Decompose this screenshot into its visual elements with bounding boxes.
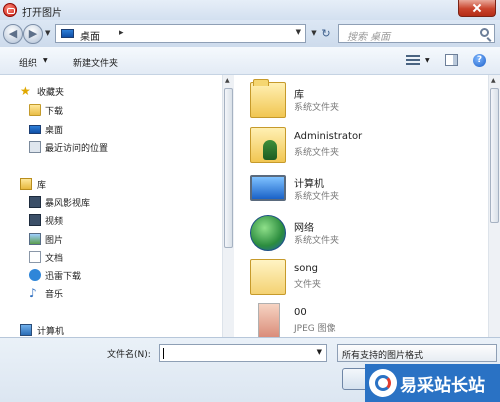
documents-icon (29, 251, 41, 263)
file-item-song[interactable]: song 文件夹 (248, 257, 478, 301)
address-field[interactable]: 桌面 ▸ ▼ (55, 24, 306, 43)
folder-icon (29, 104, 41, 116)
address-location[interactable]: 桌面 (80, 28, 100, 43)
search-input[interactable]: 搜索 桌面 (338, 24, 495, 43)
scroll-up-icon[interactable]: ▲ (491, 77, 496, 84)
file-item-computer[interactable]: 计算机 系统文件夹 (248, 169, 478, 213)
file-item-00[interactable]: 00 JPEG 图像 (248, 301, 478, 337)
nav-item-computer[interactable]: 计算机 (0, 322, 222, 337)
desktop-icon (29, 125, 41, 134)
new-folder-button[interactable]: 新建文件夹 (73, 56, 118, 69)
nav-item-recent-places[interactable]: 最近访问的位置 (0, 139, 222, 155)
close-button[interactable] (458, 0, 496, 17)
title-bar: 打开图片 (0, 0, 500, 20)
nav-item-music[interactable]: ♪ 音乐 (0, 285, 222, 301)
view-options-icon[interactable] (406, 55, 420, 66)
navigation-scrollbar[interactable]: ▲ (222, 75, 234, 337)
computer-icon (250, 175, 286, 201)
text-caret (163, 348, 164, 359)
address-bar: ◀ ▶ ▼ 桌面 ▸ ▼ ▼ ↻ 搜索 桌面 (0, 20, 500, 47)
folder-icon (250, 259, 286, 295)
nav-item-pictures[interactable]: 图片 (0, 231, 222, 247)
back-button[interactable]: ◀ (3, 24, 23, 44)
refresh-icon[interactable]: ↻ (318, 24, 334, 43)
file-list: 库 系统文件夹 Administrator 系统文件夹 计算机 系统文件夹 网络… (234, 75, 488, 337)
preview-pane-icon[interactable] (445, 54, 458, 66)
filename-label: 文件名(N): (107, 350, 151, 360)
file-type-value[interactable]: 所有支持的图片格式 (342, 348, 423, 361)
organize-button[interactable]: 组织 (19, 56, 37, 69)
nav-item-baofeng-library[interactable]: 暴风影视库 (0, 194, 222, 210)
file-list-scroll-thumb[interactable] (490, 88, 499, 223)
watermark-text: 易采站长站 (400, 376, 485, 396)
desktop-icon (61, 29, 74, 38)
search-placeholder: 搜索 桌面 (347, 32, 391, 43)
app-icon (3, 3, 17, 17)
video-icon (29, 214, 41, 226)
window-title: 打开图片 (22, 8, 62, 19)
file-list-scrollbar[interactable]: ▲ (488, 75, 500, 337)
navigation-pane: ★ 收藏夹 下载 桌面 最近访问的位置 库 暴风影视库 视频 图片 文档 迅雷下… (0, 75, 222, 337)
jpeg-thumbnail-icon (258, 303, 280, 337)
help-icon[interactable]: ? (473, 54, 486, 67)
file-item-network[interactable]: 网络 系统文件夹 (248, 213, 478, 257)
nav-item-documents[interactable]: 文档 (0, 249, 222, 265)
chevron-down-icon[interactable]: ▼ (296, 28, 301, 36)
library-folder-icon (250, 79, 286, 118)
video-library-icon (29, 196, 41, 208)
view-chevron-icon[interactable]: ▼ (425, 57, 430, 64)
file-type-select[interactable]: 所有支持的图片格式 (337, 344, 497, 362)
pictures-icon (29, 233, 41, 245)
nav-item-videos[interactable]: 视频 (0, 212, 222, 228)
organize-chevron-icon[interactable]: ▼ (43, 57, 48, 64)
toolbar: 组织 ▼ 新建文件夹 ▼ ? (0, 47, 500, 75)
recent-pages-dropdown-icon[interactable]: ▼ (45, 29, 50, 37)
chevron-down-icon[interactable]: ▼ (317, 348, 322, 356)
nav-item-desktop[interactable]: 桌面 (0, 121, 222, 137)
file-item-administrator[interactable]: Administrator 系统文件夹 (248, 125, 478, 169)
nav-item-downloads[interactable]: 下载 (0, 102, 222, 118)
music-icon: ♪ (29, 286, 37, 300)
filename-input[interactable]: ▼ (159, 344, 327, 362)
navigation-scroll-thumb[interactable] (224, 88, 233, 248)
nav-item-favorites[interactable]: ★ 收藏夹 (0, 83, 222, 99)
file-item-libraries[interactable]: 库 系统文件夹 (248, 79, 478, 124)
library-icon (20, 178, 32, 190)
address-separator-icon[interactable]: ▸ (119, 28, 124, 38)
network-icon (250, 215, 286, 251)
recent-places-icon (29, 141, 41, 153)
scroll-up-icon[interactable]: ▲ (225, 77, 230, 84)
user-folder-icon (250, 127, 286, 163)
nav-item-libraries[interactable]: 库 (0, 176, 222, 192)
open-image-dialog: 打开图片 ◀ ▶ ▼ 桌面 ▸ ▼ ▼ ↻ 搜索 桌面 组织 ▼ 新建文件夹 ▼… (0, 0, 500, 402)
star-icon: ★ (20, 84, 31, 98)
forward-button[interactable]: ▶ (23, 24, 43, 44)
site-watermark: 易采站长站 (365, 364, 500, 402)
nav-item-thunder-downloads[interactable]: 迅雷下载 (0, 267, 222, 283)
search-icon[interactable] (480, 28, 489, 37)
watermark-logo-icon (369, 369, 397, 397)
computer-icon (20, 324, 32, 336)
thunder-download-icon (29, 269, 41, 281)
